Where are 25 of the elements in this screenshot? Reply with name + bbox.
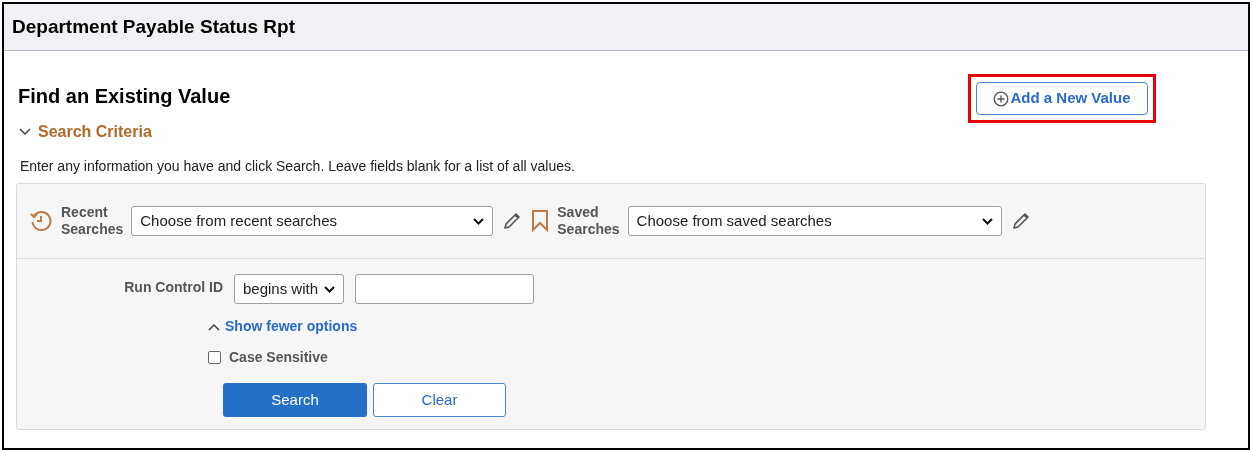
run-control-id-input[interactable] bbox=[355, 274, 534, 304]
history-icon[interactable] bbox=[29, 209, 53, 233]
chevron-icon bbox=[208, 322, 220, 331]
saved-searches-label: Saved Searches bbox=[557, 204, 620, 238]
dropdown[interactable]: begins with bbox=[234, 274, 344, 304]
clear-button[interactable]: Clear bbox=[373, 383, 506, 417]
dropdown[interactable]: Choose from saved searches bbox=[627, 206, 1002, 236]
caret-icon bbox=[981, 217, 993, 225]
search-button[interactable]: Search bbox=[223, 383, 367, 417]
bookmark-icon[interactable] bbox=[531, 210, 550, 232]
recent-searches-label: Recent Searches bbox=[61, 204, 124, 238]
run-control-id-label: Run Control ID bbox=[123, 277, 223, 297]
instructions-text: Enter any information you have and click Search. Leave fields blank for a list of all values. bbox=[20, 157, 576, 176]
caret-icon bbox=[473, 217, 485, 225]
chevron-icon bbox=[19, 128, 31, 136]
plus-circle-icon bbox=[993, 90, 1010, 107]
case-sensitive-label: Case Sensitive bbox=[229, 348, 328, 367]
section-heading: Find an Existing Value bbox=[18, 84, 231, 109]
add-new-value-button[interactable]: Add a New Value bbox=[976, 82, 1148, 115]
caret-icon bbox=[324, 285, 335, 293]
search-criteria-toggle[interactable]: Search Criteria bbox=[19, 120, 152, 144]
show-fewer-options-link[interactable]: Show fewer options bbox=[208, 316, 358, 337]
checkbox[interactable] bbox=[208, 351, 221, 364]
page-title: Department Payable Status Rpt bbox=[12, 14, 295, 39]
dropdown[interactable]: Choose from recent searches bbox=[131, 206, 494, 236]
